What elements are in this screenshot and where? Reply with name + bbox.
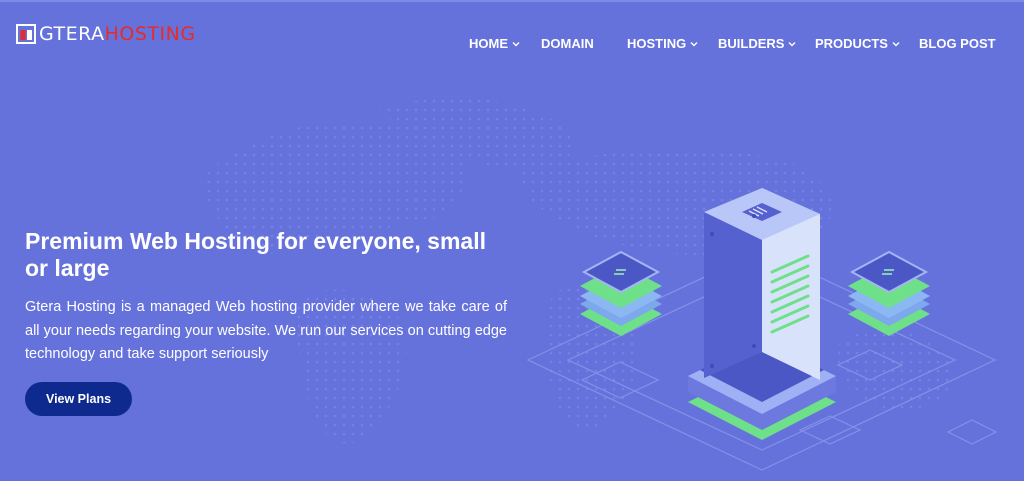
server-illustration xyxy=(526,188,998,471)
hero-description: Gtera Hosting is a managed Web hosting p… xyxy=(25,299,507,362)
left-server-stack xyxy=(580,250,662,336)
view-plans-button[interactable]: View Plans xyxy=(25,382,132,416)
hero-title: Premium Web Hosting for everyone, small … xyxy=(25,228,486,281)
server-tower xyxy=(688,188,836,440)
